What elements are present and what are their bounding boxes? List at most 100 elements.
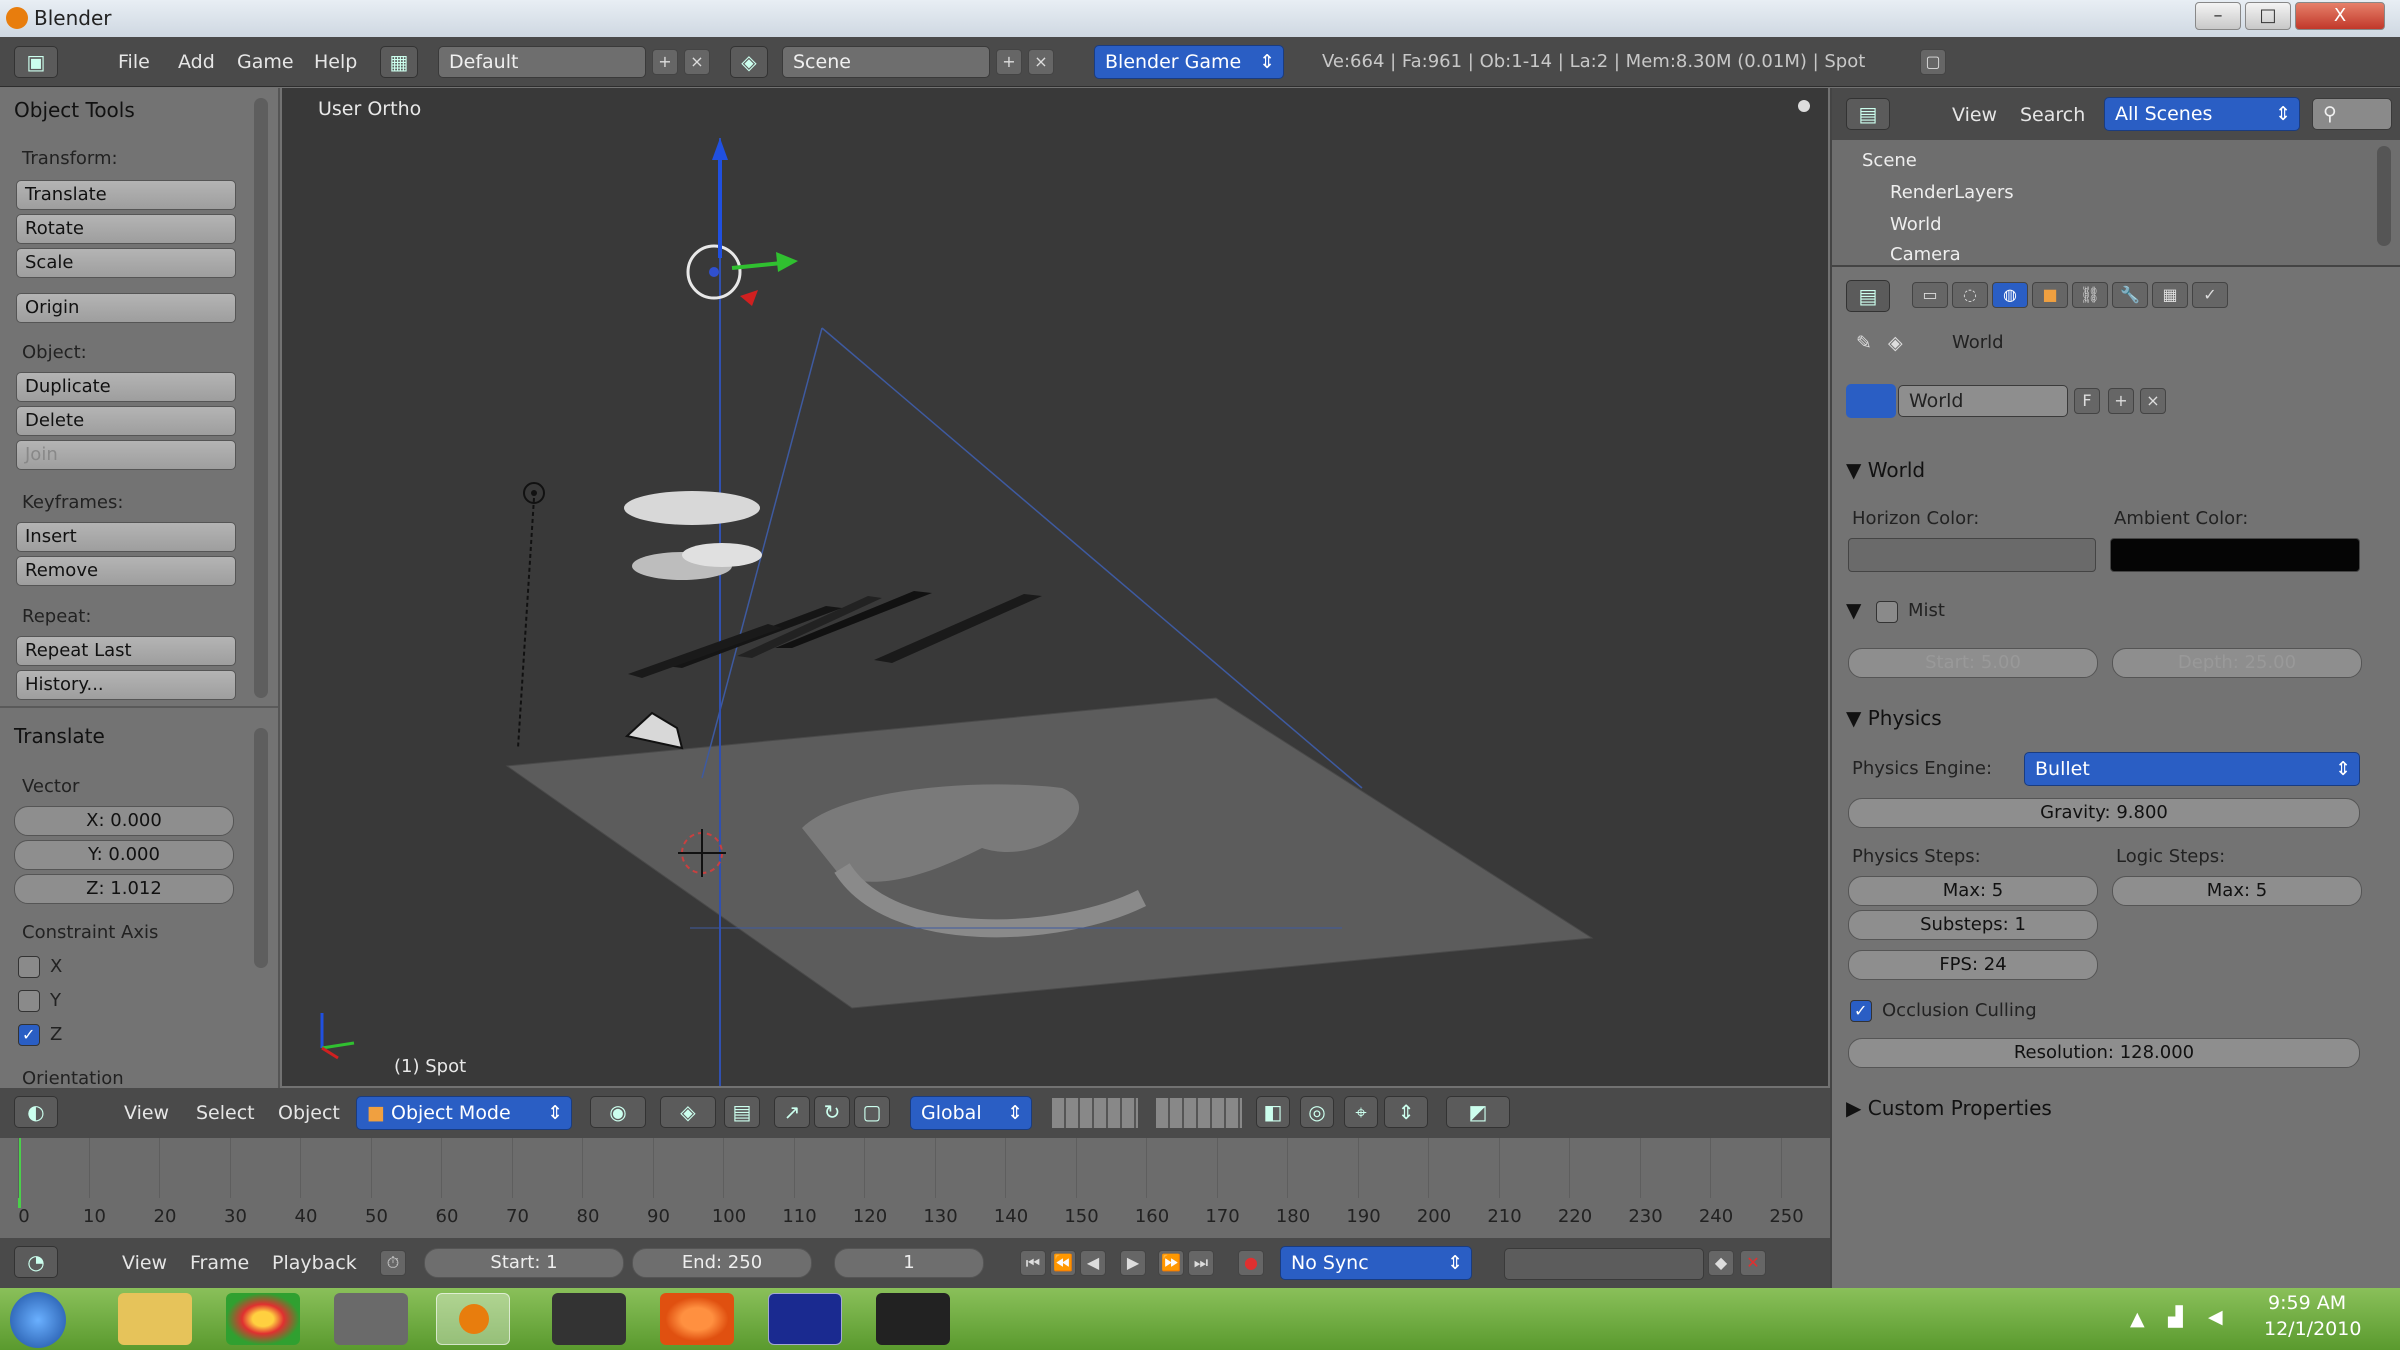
menu-game[interactable]: Game xyxy=(237,51,294,73)
timeline[interactable]: 0 10 20 30 40 50 60 70 80 90 100 110 120 130 140 150 160… xyxy=(0,1138,1830,1238)
minimize-button[interactable]: – xyxy=(2195,2,2241,30)
scale-manip-icon[interactable]: ▢ xyxy=(854,1096,890,1128)
current-frame-field[interactable]: 1 xyxy=(834,1248,984,1278)
substeps-field[interactable]: Substeps: 1 xyxy=(1848,910,2098,940)
rotate-manip-icon[interactable]: ↻ xyxy=(814,1096,850,1128)
network-icon[interactable]: ▟ xyxy=(2168,1306,2183,1328)
shading-icon[interactable]: ◉ xyxy=(590,1096,646,1128)
blender-taskbar-icon[interactable] xyxy=(436,1293,510,1345)
gimp-taskbar-icon[interactable] xyxy=(334,1293,408,1345)
menu-playback[interactable]: Playback xyxy=(272,1252,357,1274)
mist-checkbox[interactable] xyxy=(1876,601,1898,623)
render-tab-icon[interactable]: ▭ xyxy=(1912,282,1948,308)
explorer-taskbar-icon[interactable] xyxy=(118,1293,192,1345)
add-world-icon[interactable]: + xyxy=(2108,388,2134,414)
screen-layout-field[interactable]: Default xyxy=(438,46,646,78)
mist-start-field[interactable]: Start: 5.00 xyxy=(1848,648,2098,678)
toolshelf-scrollbar[interactable] xyxy=(254,98,268,698)
menu-file[interactable]: File xyxy=(118,51,150,73)
translate-panel-header[interactable]: Translate xyxy=(14,724,105,748)
start-frame-field[interactable]: Start: 1 xyxy=(424,1248,624,1278)
jump-start-icon[interactable]: ⏮ xyxy=(1020,1250,1046,1276)
play-reverse-icon[interactable]: ◀ xyxy=(1080,1250,1106,1276)
pivot-icon[interactable]: ◈ xyxy=(660,1096,716,1128)
outliner-view[interactable]: View xyxy=(1952,104,1997,126)
origin-button[interactable]: Origin xyxy=(16,293,236,323)
translate-button[interactable]: Translate xyxy=(16,180,236,210)
editor-type-icon[interactable]: ◐ xyxy=(14,1096,58,1128)
snap-element-icon[interactable]: ⇕ xyxy=(1384,1096,1428,1128)
object-tools-header[interactable]: Object Tools xyxy=(14,98,135,122)
outliner-item-world[interactable]: World xyxy=(1890,214,1942,235)
texture-tab-icon[interactable]: ▦ xyxy=(2152,282,2188,308)
outliner-search-field[interactable]: ⚲ xyxy=(2312,98,2392,130)
next-keyframe-icon[interactable]: ⏩ xyxy=(1158,1250,1184,1276)
insert-keyframe-icon[interactable]: ◆ xyxy=(1708,1250,1734,1276)
menu-view[interactable]: View xyxy=(122,1252,167,1274)
rotate-button[interactable]: Rotate xyxy=(16,214,236,244)
world-datablock-icon[interactable] xyxy=(1846,384,1896,418)
constraint-y-checkbox[interactable] xyxy=(18,990,40,1012)
maximize-button[interactable]: □ xyxy=(2245,2,2291,30)
menu-select[interactable]: Select xyxy=(196,1102,255,1124)
menu-help[interactable]: Help xyxy=(314,51,357,73)
remove-scene-icon[interactable]: × xyxy=(1028,49,1054,75)
render-engine-dropdown[interactable]: Blender Game ⇕ xyxy=(1094,45,1284,79)
tray-arrow-icon[interactable]: ▲ xyxy=(2130,1308,2145,1330)
mist-depth-field[interactable]: Depth: 25.00 xyxy=(2112,648,2362,678)
scale-button[interactable]: Scale xyxy=(16,248,236,278)
add-layout-icon[interactable]: + xyxy=(652,49,678,75)
menu-frame[interactable]: Frame xyxy=(190,1252,249,1274)
outliner-scrollbar[interactable] xyxy=(2377,146,2391,246)
gravity-field[interactable]: Gravity: 9.800 xyxy=(1848,798,2360,828)
remove-layout-icon[interactable]: × xyxy=(684,49,710,75)
world-panel-header[interactable]: ▼ World xyxy=(1846,458,1925,482)
constraint-x-checkbox[interactable] xyxy=(18,956,40,978)
vector-z-field[interactable]: Z: 1.012 xyxy=(14,874,234,904)
history-button[interactable]: History... xyxy=(16,670,236,700)
outliner-item-scene[interactable]: Scene xyxy=(1862,150,1917,171)
outliner-item-camera[interactable]: Camera xyxy=(1890,244,1961,265)
resolution-field[interactable]: Resolution: 128.000 xyxy=(1848,1038,2360,1068)
scene-tab-icon[interactable]: ◌ xyxy=(1952,282,1988,308)
pin-icon[interactable]: ✎ xyxy=(1856,332,1872,354)
terminal-taskbar-icon[interactable] xyxy=(876,1293,950,1345)
screen-layout-icon[interactable]: ▦ xyxy=(380,46,418,78)
remove-keyframe-button[interactable]: Remove xyxy=(16,556,236,586)
manipulator-icon[interactable]: ▤ xyxy=(724,1096,760,1128)
editor-type-icon[interactable]: ▤ xyxy=(1846,98,1890,130)
delete-keyframe-icon[interactable]: ✕ xyxy=(1740,1250,1766,1276)
translate-scrollbar[interactable] xyxy=(254,728,268,968)
media-taskbar-icon[interactable] xyxy=(552,1293,626,1345)
snap-icon[interactable]: ⌖ xyxy=(1344,1096,1378,1128)
physics-panel-header[interactable]: ▼ Physics xyxy=(1846,706,1942,730)
layers-grid[interactable] xyxy=(1156,1098,1242,1128)
world-tab-icon[interactable]: ◍ xyxy=(1992,282,2028,308)
horizon-color-swatch[interactable] xyxy=(1848,538,2096,572)
fps-field[interactable]: FPS: 24 xyxy=(1848,950,2098,980)
render-icon[interactable]: ◩ xyxy=(1446,1096,1510,1128)
prev-keyframe-icon[interactable]: ⏪ xyxy=(1050,1250,1076,1276)
constraint-z-checkbox[interactable]: ✓ xyxy=(18,1024,40,1046)
vector-x-field[interactable]: X: 0.000 xyxy=(14,806,234,836)
physics-engine-dropdown[interactable]: Bullet ⇕ xyxy=(2024,752,2360,786)
play-icon[interactable]: ▶ xyxy=(1120,1250,1146,1276)
ambient-color-swatch[interactable] xyxy=(2110,538,2360,572)
translate-manip-icon[interactable]: ↗ xyxy=(774,1096,810,1128)
unlink-world-icon[interactable]: × xyxy=(2140,388,2166,414)
add-scene-icon[interactable]: + xyxy=(996,49,1022,75)
jump-end-icon[interactable]: ⏭ xyxy=(1188,1250,1214,1276)
proportional-edit-icon[interactable]: ◎ xyxy=(1300,1096,1334,1128)
object-tab-icon[interactable]: ■ xyxy=(2032,282,2068,308)
physics-max-field[interactable]: Max: 5 xyxy=(1848,876,2098,906)
mist-panel-header[interactable]: ▼ xyxy=(1846,598,1861,622)
constraints-tab-icon[interactable]: ⛓ xyxy=(2072,282,2108,308)
record-icon[interactable]: ● xyxy=(1238,1250,1264,1276)
orientation-dropdown[interactable]: Global ⇕ xyxy=(910,1096,1032,1130)
clock-time[interactable]: 9:59 AM xyxy=(2268,1292,2346,1314)
volume-icon[interactable]: ◀ xyxy=(2208,1306,2223,1328)
menu-object[interactable]: Object xyxy=(278,1102,340,1124)
duplicate-button[interactable]: Duplicate xyxy=(16,372,236,402)
preview-range-icon[interactable]: ⏱ xyxy=(380,1250,406,1276)
editor-type-icon[interactable]: ▤ xyxy=(1846,280,1890,312)
